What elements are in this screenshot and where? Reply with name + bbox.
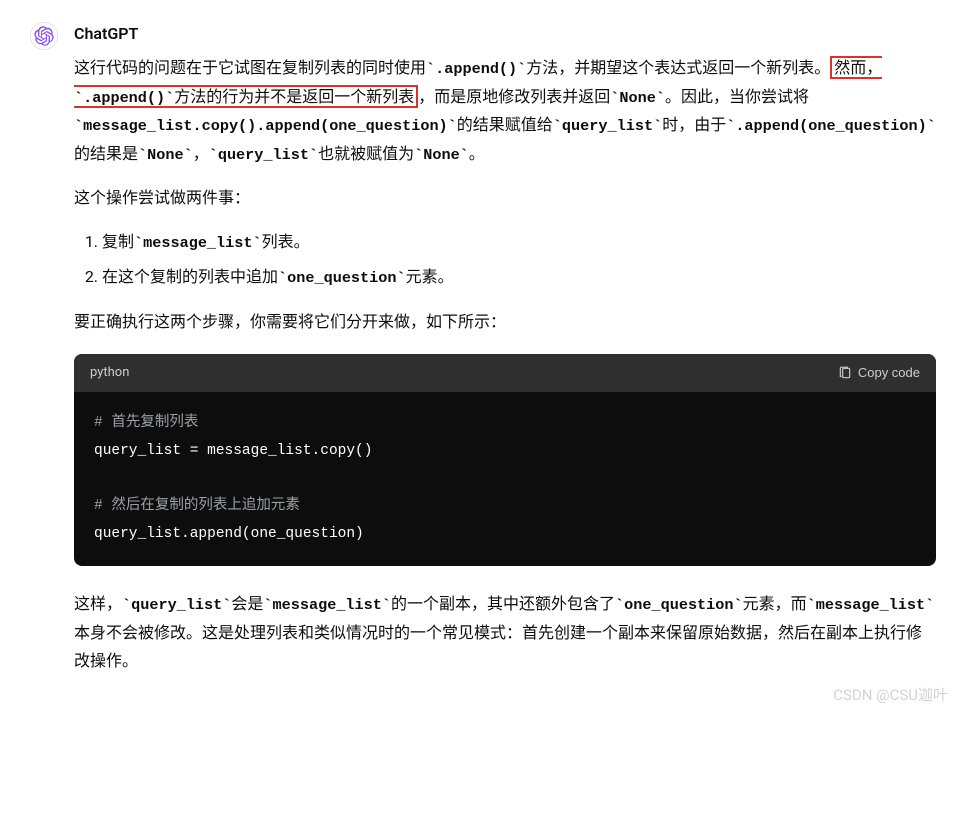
inline-code: `message_list.copy().append(one_question… — [74, 117, 457, 135]
text: 的结果赋值给 — [457, 115, 553, 134]
text: 的结果是 — [74, 144, 138, 163]
inline-code: `None` — [610, 89, 665, 107]
inline-code: `message_list` — [134, 234, 262, 252]
code-line: query_list.append(one_question) — [94, 526, 364, 542]
paragraph-1: 这行代码的问题在于它试图在复制列表的同时使用`.append()`方法，并期望这… — [74, 54, 936, 168]
code-language-label: python — [90, 362, 129, 385]
list-item: 复制`message_list`列表。 — [102, 228, 936, 257]
code-line: query_list = message_list.copy() — [94, 443, 372, 459]
text: 会是 — [231, 594, 263, 613]
text: 。因此，当你尝试将 — [665, 87, 809, 106]
inline-code: `one_question` — [278, 269, 406, 287]
text: 在这个复制的列表中追加 — [102, 267, 278, 286]
text: 复制 — [102, 232, 134, 251]
openai-icon — [34, 26, 54, 46]
inline-code: `.append(one_question)` — [726, 117, 936, 135]
paragraph-3: 要正确执行这两个步骤，你需要将它们分开来做，如下所示： — [74, 308, 936, 336]
text: 本身不会被修改。这是处理列表和类似情况时的一个常见模式：首先创建一个副本来保留原… — [74, 623, 922, 670]
code-block: python Copy code # 首先复制列表 query_list = m… — [74, 354, 936, 566]
code-comment: # 首先复制列表 — [94, 415, 198, 431]
text: 元素。 — [406, 267, 454, 286]
inline-code: `query_list` — [122, 596, 231, 614]
inline-code: `query_list` — [209, 146, 318, 164]
ordered-list: 复制`message_list`列表。 在这个复制的列表中追加`one_ques… — [74, 228, 936, 291]
text: 列表。 — [262, 232, 310, 251]
inline-code: `None` — [414, 146, 469, 164]
message-content: ChatGPT 这行代码的问题在于它试图在复制列表的同时使用`.append()… — [74, 20, 936, 691]
code-body: # 首先复制列表 query_list = message_list.copy(… — [74, 392, 936, 566]
assistant-message: ChatGPT 这行代码的问题在于它试图在复制列表的同时使用`.append()… — [0, 0, 966, 721]
message-body: 这行代码的问题在于它试图在复制列表的同时使用`.append()`方法，并期望这… — [74, 54, 936, 675]
paragraph-2: 这个操作尝试做两件事： — [74, 184, 936, 212]
text: ，而是原地修改列表并返回 — [418, 87, 610, 106]
text: 元素，而 — [743, 594, 807, 613]
text: 这样， — [74, 594, 122, 613]
copy-code-button[interactable]: Copy code — [838, 365, 920, 380]
author-name: ChatGPT — [74, 20, 936, 48]
list-item: 在这个复制的列表中追加`one_question`元素。 — [102, 263, 936, 292]
inline-code: `.append()` — [426, 60, 526, 78]
text: 的一个副本，其中还额外包含了 — [391, 594, 615, 613]
text: 。 — [469, 144, 485, 163]
text: 方法，并期望这个表达式返回一个新列表。 — [526, 58, 830, 77]
inline-code: `message_list` — [263, 596, 391, 614]
inline-code: `.append()` — [74, 89, 174, 107]
copy-label: Copy code — [858, 365, 920, 380]
code-comment: # 然后在复制的列表上追加元素 — [94, 498, 300, 514]
text: 时，由于 — [662, 115, 726, 134]
text: 然而， — [834, 58, 882, 77]
code-header: python Copy code — [74, 354, 936, 393]
inline-code: `one_question` — [615, 596, 743, 614]
text: ， — [193, 144, 209, 163]
inline-code: `message_list` — [807, 596, 935, 614]
text: 也就被赋值为 — [318, 144, 414, 163]
paragraph-4: 这样，`query_list`会是`message_list`的一个副本，其中还… — [74, 590, 936, 675]
clipboard-icon — [838, 366, 852, 380]
text: 方法的行为并不是返回一个新列表 — [174, 87, 414, 106]
text: 这行代码的问题在于它试图在复制列表的同时使用 — [74, 58, 426, 77]
inline-code: `None` — [138, 146, 193, 164]
inline-code: `query_list` — [553, 117, 662, 135]
assistant-avatar — [30, 22, 58, 50]
